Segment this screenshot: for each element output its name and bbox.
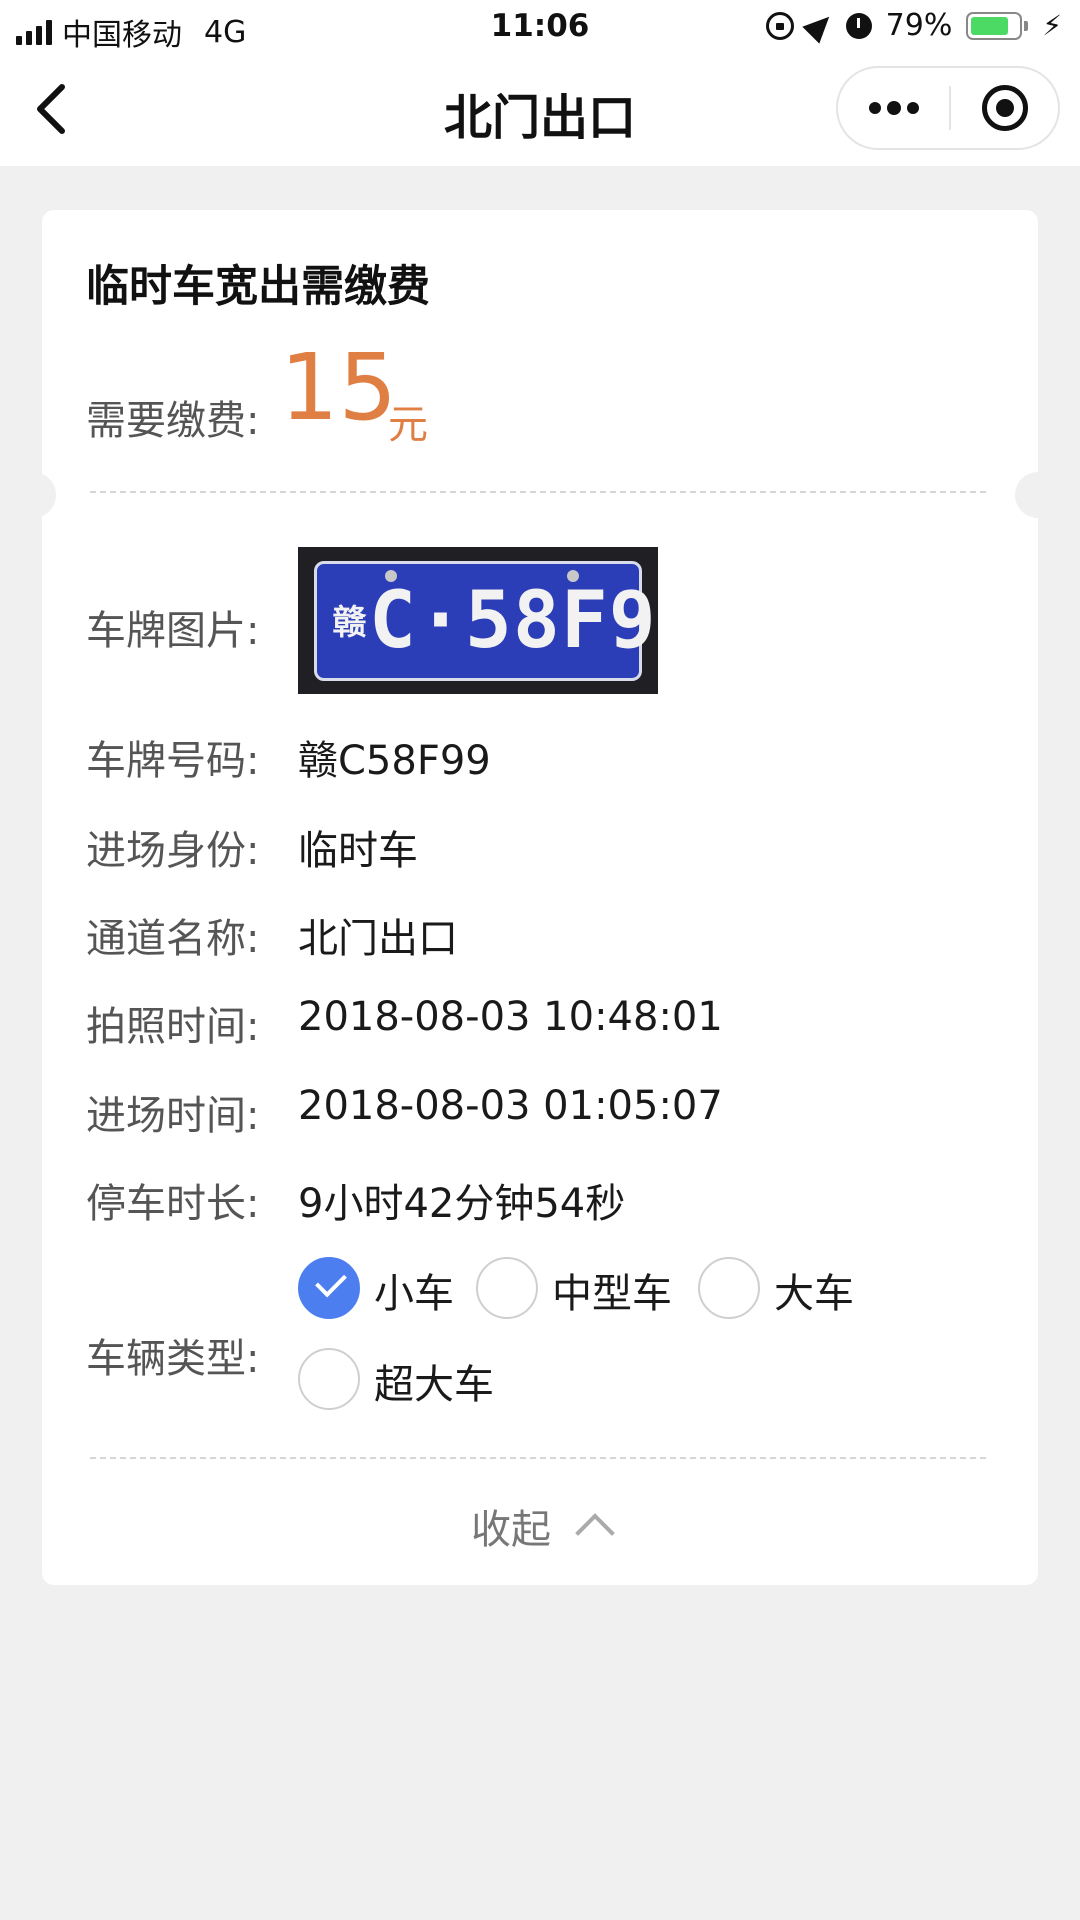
status-bar: 中国移动 4G 11:06 79% ⚡: [0, 0, 1080, 56]
fee-amount: 15: [280, 334, 398, 441]
duration-value: 9小时42分钟54秒: [298, 1181, 626, 1227]
rotation-lock-icon: [765, 11, 794, 40]
plate-image-label: 车牌图片:: [86, 608, 260, 654]
radio-large-car[interactable]: [698, 1257, 760, 1319]
charging-icon: ⚡: [1042, 8, 1062, 42]
battery-fill: [971, 16, 1008, 35]
entry-time-value: 2018-08-03 01:05:07: [298, 1083, 723, 1129]
channel-label: 通道名称:: [86, 916, 260, 962]
chevron-up-icon: [575, 1513, 615, 1553]
dashed-divider: [90, 491, 986, 493]
photo-time-value: 2018-08-03 10:48:01: [298, 994, 723, 1040]
duration-label: 停车时长:: [86, 1181, 260, 1227]
mini-program-capsule: [836, 66, 1060, 150]
collapse-label: 收起: [471, 1507, 551, 1553]
channel-value: 北门出口: [298, 916, 458, 962]
battery-percent: 79%: [885, 8, 953, 43]
vehicle-type-label: 车辆类型:: [86, 1336, 260, 1382]
fee-title: 临时车宽出需缴费: [86, 262, 430, 312]
nav-bar: 北门出口: [0, 56, 1080, 166]
license-plate: 赣 C·58F99: [314, 561, 658, 681]
radio-label-large-car[interactable]: 大车: [774, 1261, 854, 1319]
location-arrow-icon: [801, 7, 838, 44]
alarm-icon: [845, 12, 872, 39]
plate-province: 赣: [326, 604, 366, 638]
identity-label: 进场身份:: [86, 828, 260, 874]
radio-extra-large-car[interactable]: [298, 1348, 360, 1410]
close-mini-program-button[interactable]: [951, 68, 1058, 148]
fee-unit: 元: [388, 402, 428, 448]
battery-icon: [966, 11, 1029, 40]
radio-medium-car[interactable]: [476, 1257, 538, 1319]
collapse-button[interactable]: 收起: [0, 1497, 1080, 1555]
radio-label-medium-car[interactable]: 中型车: [552, 1261, 672, 1319]
target-circle-icon: [981, 85, 1028, 131]
plate-number: 赣C58F99: [298, 738, 491, 784]
radio-label-extra-large-car[interactable]: 超大车: [374, 1352, 494, 1410]
status-right: 79% ⚡: [765, 7, 1062, 44]
more-icon[interactable]: [838, 68, 949, 148]
card-notch-left: [10, 472, 56, 518]
radio-label-small-car[interactable]: 小车: [374, 1261, 454, 1319]
plate-image-text: C·58F99: [369, 576, 658, 666]
plate-number-label: 车牌号码:: [86, 738, 260, 784]
dashed-divider-bottom: [90, 1457, 986, 1459]
identity-value: 临时车: [298, 828, 418, 874]
plate-image[interactable]: 赣 C·58F99: [298, 547, 658, 694]
fee-label: 需要缴费:: [86, 398, 260, 444]
photo-time-label: 拍照时间:: [86, 1004, 260, 1050]
card-notch-right: [1015, 472, 1061, 518]
entry-time-label: 进场时间:: [86, 1093, 260, 1139]
radio-small-car[interactable]: [298, 1257, 360, 1319]
